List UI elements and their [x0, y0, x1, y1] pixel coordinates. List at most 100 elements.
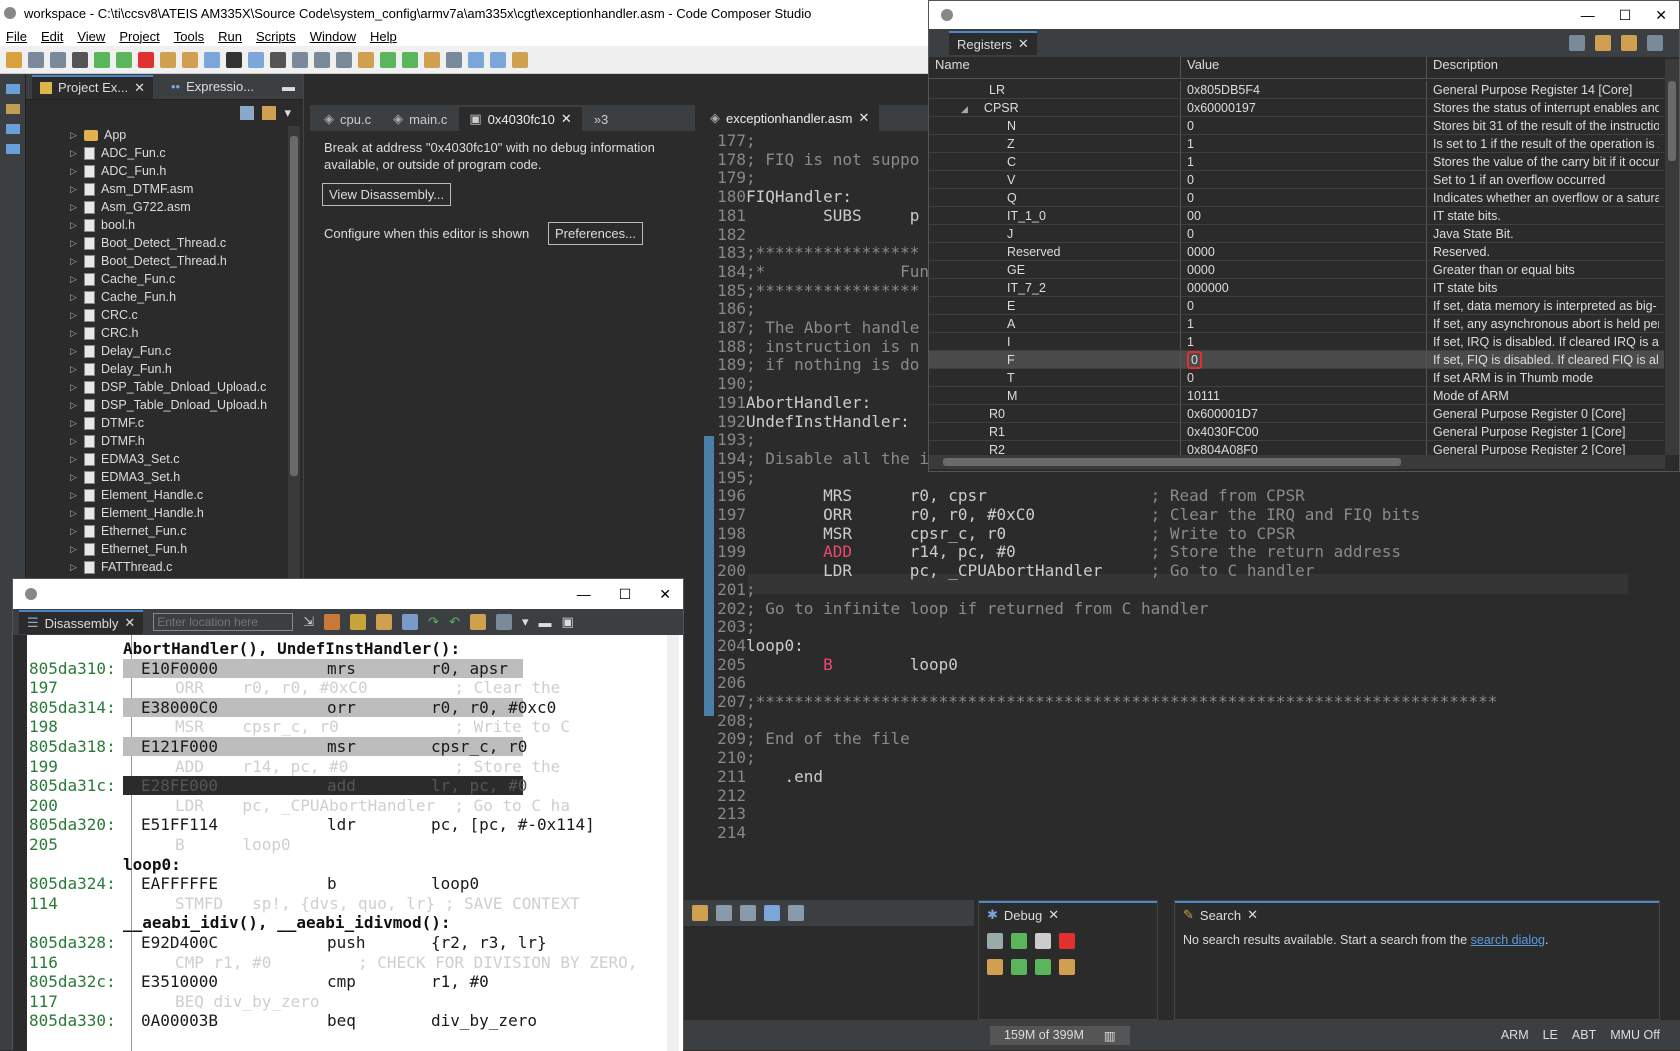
toolbar-button-icon[interactable] [424, 51, 440, 68]
register-row[interactable]: IT_1_0 00 IT state bits. [929, 207, 1664, 225]
disassembly-scrollbar[interactable] [667, 635, 679, 1051]
close-icon[interactable]: ✕ [858, 110, 869, 126]
breakpoints-icon[interactable] [6, 144, 20, 154]
tree-item[interactable]: ▷ Cache_Fun.h [26, 288, 286, 306]
instruction-line[interactable]: 805da310: E10F0000 mrs r0, apsr [29, 658, 523, 679]
register-value-cell[interactable]: 0 [1181, 351, 1427, 369]
register-value-cell[interactable]: 1 [1181, 333, 1427, 350]
menu-help[interactable]: Help [370, 29, 397, 44]
restore-icon[interactable] [6, 84, 20, 94]
scrollbar-thumb[interactable] [290, 136, 298, 476]
preferences-button[interactable]: Preferences... [548, 222, 643, 245]
register-value-cell[interactable]: 0000 [1181, 261, 1427, 278]
tree-item[interactable]: ▷ Boot_Detect_Thread.h [26, 252, 286, 270]
tree-item[interactable]: ▷ Ethernet_Fun.c [26, 522, 286, 540]
registers-vscrollbar[interactable] [1665, 59, 1679, 455]
register-value-cell[interactable]: 0 [1181, 189, 1427, 206]
toolbar-button-icon[interactable] [358, 51, 374, 68]
toolbar-button-icon[interactable] [226, 51, 242, 68]
register-row[interactable]: V 0 Set to 1 if an overflow occurred [929, 171, 1664, 189]
menu-scripts[interactable]: Scripts [256, 29, 296, 44]
tree-item[interactable]: ▷ Element_Handle.h [26, 504, 286, 522]
toolbar-button-icon[interactable] [270, 51, 286, 68]
menu-view[interactable]: View [77, 29, 105, 44]
register-value-cell[interactable]: 0 [1181, 171, 1427, 188]
expand-arrow-icon[interactable]: ▷ [70, 238, 78, 249]
toolbar-button-icon[interactable] [292, 51, 308, 68]
close-icon[interactable]: ✕ [1247, 907, 1258, 923]
tab-cpu-c[interactable]: ◈ cpu.c [314, 107, 381, 131]
tree-item[interactable]: ▷ EDMA3_Set.h [26, 468, 286, 486]
toolbar-button-icon[interactable] [336, 51, 352, 68]
tab-main-c[interactable]: ◈ main.c [383, 107, 457, 131]
instruction-line[interactable]: 805da328: E92D400C push {r2, r3, lr} [29, 933, 563, 953]
expand-arrow-icon[interactable]: ▷ [70, 400, 78, 411]
expand-arrow-icon[interactable]: ▷ [70, 148, 78, 159]
scrollbar-thumb[interactable] [1668, 81, 1676, 161]
expand-arrow-icon[interactable]: ▷ [70, 490, 78, 501]
terminate-icon[interactable] [1059, 933, 1075, 949]
tab-overflow[interactable]: »3 [584, 108, 618, 131]
register-row[interactable]: IT_7_2 000000 IT state bits [929, 279, 1664, 297]
toolbar-button-icon[interactable] [116, 51, 132, 68]
register-row[interactable]: ◢ CPSR 0x60000197 Stores the status of inte… [929, 99, 1664, 117]
tab-expressions[interactable]: •• Expressio... [163, 76, 262, 97]
register-row[interactable]: F 0 If set, FIQ is disabled. If cleared FI… [929, 351, 1664, 369]
expand-arrow-icon[interactable]: ▷ [70, 562, 78, 573]
register-row[interactable]: GE 0000 Greater than or equal bits [929, 261, 1664, 279]
tree-item[interactable]: ▷ CRC.c [26, 306, 286, 324]
project-tree-scrollbar[interactable] [288, 126, 300, 579]
toolbar-button-icon[interactable] [490, 51, 506, 68]
close-icon[interactable]: ✕ [134, 80, 145, 96]
register-value-cell[interactable]: 0 [1181, 225, 1427, 242]
view-disassembly-button[interactable]: View Disassembly... [322, 183, 452, 206]
register-value-cell[interactable]: 1 [1181, 315, 1427, 332]
search-dialog-link[interactable]: search dialog [1471, 933, 1545, 947]
step-over-icon[interactable] [1011, 959, 1027, 975]
refresh-icon[interactable] [1595, 35, 1611, 51]
register-value-cell[interactable]: 0x60000197 [1181, 99, 1427, 116]
toolbar-button-icon[interactable] [402, 51, 418, 68]
register-row[interactable]: R1 0x4030FC00 General Purpose Register 1 [… [929, 423, 1664, 441]
tree-item[interactable]: ▷ App [26, 126, 286, 144]
tree-item[interactable]: ▷ FATThread.c [26, 558, 286, 576]
minimize-window-icon[interactable]: — [1581, 7, 1595, 24]
view-menu-icon[interactable]: ▾ [522, 614, 529, 630]
expand-arrow-icon[interactable]: ▷ [70, 418, 78, 429]
scrollbar-thumb[interactable] [943, 458, 1401, 466]
expand-arrow-icon[interactable]: ▷ [70, 382, 78, 393]
tree-item[interactable]: ▷ Cache_Fun.c [26, 270, 286, 288]
tree-item[interactable]: ▷ Asm_G722.asm [26, 198, 286, 216]
tree-item[interactable]: ▷ Ethernet_Fun.h [26, 540, 286, 558]
register-value-cell[interactable]: 0000 [1181, 243, 1427, 260]
toolbar-icon[interactable] [788, 905, 804, 921]
close-icon[interactable]: ✕ [124, 615, 135, 631]
tree-item[interactable]: ▷ DSP_Table_Dnload_Upload.h [26, 396, 286, 414]
tab-project-explorer[interactable]: Project Ex... ✕ [32, 74, 153, 99]
resume-icon[interactable] [1011, 933, 1027, 949]
register-value-cell[interactable]: 0 [1181, 117, 1427, 134]
tree-item[interactable]: ▷ Delay_Fun.c [26, 342, 286, 360]
tree-item[interactable]: ▷ DTMF.c [26, 414, 286, 432]
expand-arrow-icon[interactable]: ▷ [70, 166, 78, 177]
tree-item[interactable]: ▷ Delay_Fun.h [26, 360, 286, 378]
remove-all-icon[interactable] [987, 933, 1003, 949]
tab-disassembly[interactable]: ☰ Disassembly ✕ [19, 610, 144, 634]
disassembly-view[interactable]: AbortHandler(), UndefInstHandler(): 805da… [13, 635, 683, 1051]
memory-indicator[interactable]: 159M of 399M ▥ [990, 1025, 1130, 1045]
tree-item[interactable]: ▷ CRC.h [26, 324, 286, 342]
step-return-icon[interactable]: ↶ [449, 614, 460, 630]
maximize-icon[interactable]: ▣ [562, 614, 574, 630]
toolbar-button-icon[interactable] [248, 51, 264, 68]
toolbar-button-icon[interactable] [204, 51, 220, 68]
toolbar-button-icon[interactable] [138, 51, 154, 68]
register-row[interactable]: M 10111 Mode of ARM [929, 387, 1664, 405]
menu-tools[interactable]: Tools [174, 29, 204, 44]
toolbar-icon[interactable] [716, 905, 732, 921]
collapse-all-icon[interactable] [240, 106, 255, 120]
expand-arrow-icon[interactable]: ▷ [70, 436, 78, 447]
link-icon[interactable] [376, 614, 393, 630]
registers-hscrollbar[interactable] [929, 455, 1665, 469]
suspend-icon[interactable] [1035, 933, 1051, 949]
register-row[interactable]: Q 0 Indicates whether an overflow or a sat… [929, 189, 1664, 207]
